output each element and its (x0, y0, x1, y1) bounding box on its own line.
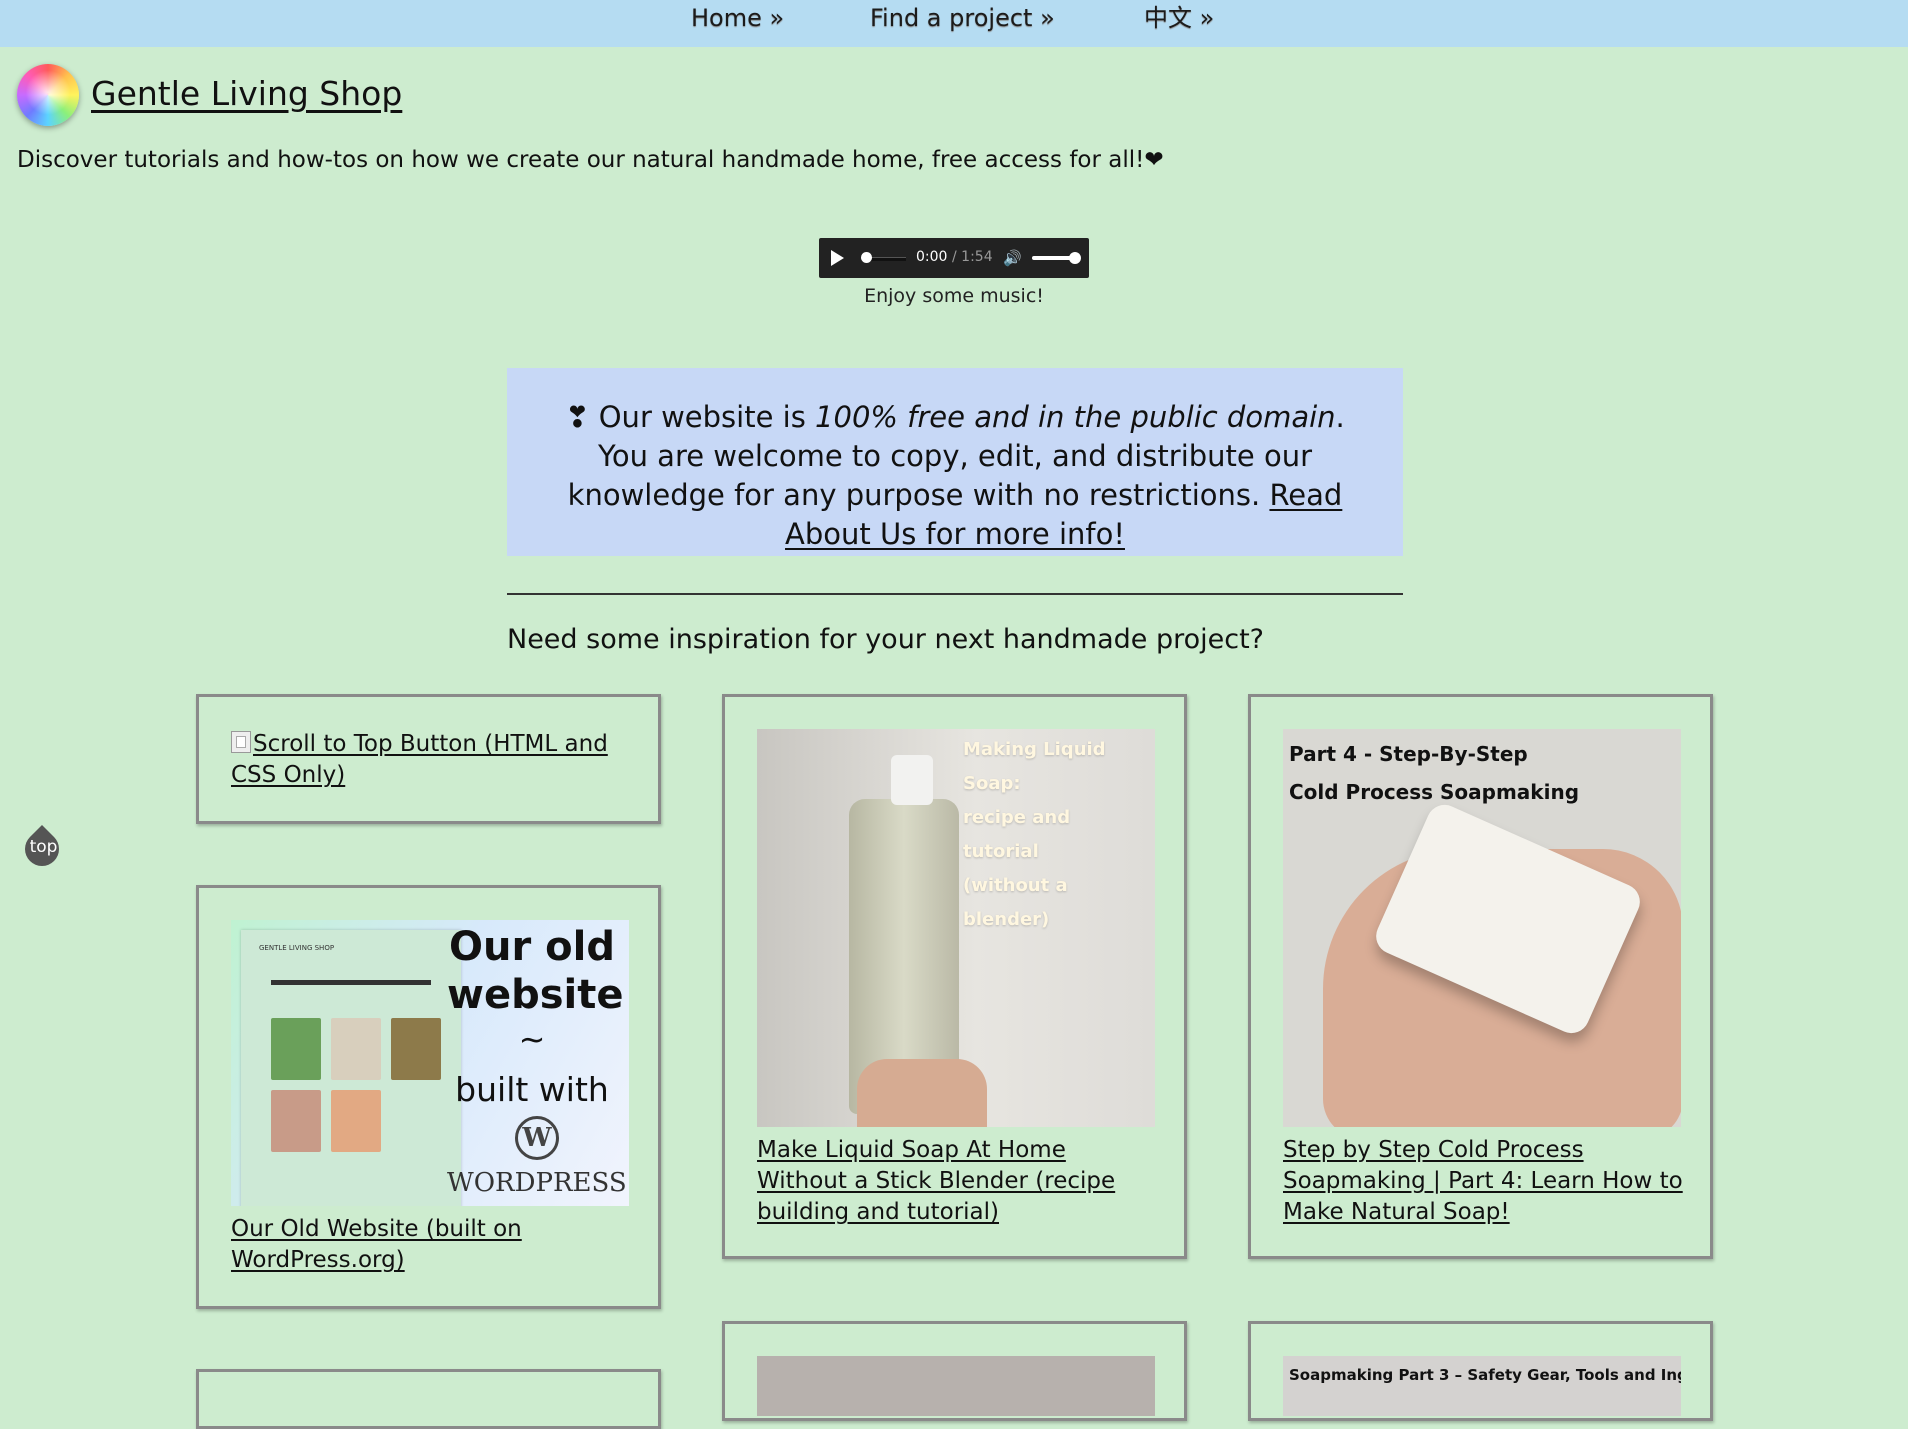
top-nav: Home » Find a project » 中文 » (0, 0, 1908, 47)
scroll-top-label: top (29, 837, 58, 857)
project-card-scroll-top: Scroll to Top Button (HTML and CSS Only) (196, 694, 661, 824)
nav-chinese-link[interactable]: 中文 » (1144, 0, 1214, 38)
mini-tile (331, 1090, 381, 1152)
overlay-line: Part 4 - Step-By-Step (1289, 742, 1528, 766)
site-tagline: Discover tutorials and how-tos on how we… (17, 147, 1164, 173)
old-website-thumbnail[interactable]: GENTLE LIVING SHOP Our old website ~ bui… (231, 920, 629, 1206)
mini-tile (271, 1018, 321, 1080)
mini-tile (391, 1018, 441, 1080)
volume-icon[interactable]: 🔊 (1003, 248, 1022, 268)
wordpress-icon: W (515, 1116, 559, 1160)
safety-thumbnail[interactable]: Soapmaking Part 3 – Safety Gear, Tools a… (1283, 1356, 1681, 1416)
audio-caption: Enjoy some music! (864, 285, 1044, 307)
project-card-old-website: GENTLE LIVING SHOP Our old website ~ bui… (196, 885, 661, 1309)
partial-thumbnail[interactable] (757, 1356, 1155, 1416)
old-website-line: website (447, 972, 624, 1018)
project-card-cold-process: Part 4 - Step-By-Step Cold Process Soapm… (1248, 694, 1713, 1259)
broken-image-icon (231, 731, 251, 753)
overlay-line: Cold Process Soapmaking (1289, 780, 1580, 804)
volume-handle[interactable] (1069, 252, 1081, 264)
cold-process-thumbnail[interactable]: Part 4 - Step-By-Step Cold Process Soapm… (1283, 729, 1681, 1127)
nav-home-link[interactable]: Home » (691, 0, 784, 38)
notice-lead: ❣ Our website is (565, 400, 816, 434)
notice-text: ❣ Our website is 100% free and in the pu… (547, 398, 1363, 554)
old-website-line: built with (455, 1070, 609, 1109)
safety-overlay: Soapmaking Part 3 – Safety Gear, Tools a… (1289, 1366, 1681, 1384)
notice-emphasis: 100% free and in the public domain (815, 400, 1336, 434)
nav-find-project-link[interactable]: Find a project » (870, 0, 1055, 38)
old-website-screenshot: GENTLE LIVING SHOP (241, 930, 461, 1206)
old-website-line: WORDPRESS (447, 1168, 627, 1198)
project-link-cold-process[interactable]: Step by Step Cold Process Soapmaking | P… (1283, 1135, 1683, 1228)
site-title-link[interactable]: Gentle Living Shop (91, 74, 402, 113)
section-heading: Need some inspiration for your next hand… (507, 624, 1265, 655)
project-link-scroll-top[interactable]: Scroll to Top Button (HTML and CSS Only) (231, 729, 631, 791)
old-website-line: Our old (449, 924, 615, 970)
project-card-safety: Soapmaking Part 3 – Safety Gear, Tools a… (1248, 1321, 1713, 1421)
bottle-cap-shape (891, 755, 933, 805)
project-card-liquid-soap: Making Liquid Soap: recipe and tutorial … (722, 694, 1187, 1259)
old-website-line: ~ (518, 1020, 546, 1058)
project-title[interactable]: Scroll to Top Button (HTML and CSS Only) (231, 731, 608, 788)
duration-time: / 1:54 (952, 249, 993, 265)
site-logo[interactable] (17, 64, 79, 126)
mini-site-title: GENTLE LIVING SHOP (259, 944, 335, 952)
seek-handle[interactable] (861, 252, 872, 263)
hand-shape (857, 1059, 987, 1127)
project-card-partial-middle (722, 1321, 1187, 1421)
audio-player: 0:00 / 1:54 🔊 (819, 238, 1089, 278)
liquid-soap-thumbnail[interactable]: Making Liquid Soap: recipe and tutorial … (757, 729, 1155, 1127)
play-icon[interactable] (831, 250, 844, 266)
scroll-top-button[interactable]: top (17, 824, 67, 874)
project-card-partial-left (196, 1369, 661, 1429)
mini-player-bar (271, 980, 431, 985)
cold-process-overlay: Part 4 - Step-By-Step Cold Process Soapm… (1289, 735, 1579, 811)
mini-tile (271, 1090, 321, 1152)
mini-tile (331, 1018, 381, 1080)
overlay-line: Making Liquid Soap: (963, 739, 1106, 794)
project-link-old-website[interactable]: Our Old Website (built on WordPress.org) (231, 1214, 631, 1276)
section-divider (507, 593, 1403, 595)
current-time: 0:00 (916, 249, 948, 265)
overlay-line: (without a blender) (963, 875, 1068, 930)
public-domain-notice: ❣ Our website is 100% free and in the pu… (507, 368, 1403, 556)
overlay-line: recipe and tutorial (963, 807, 1071, 862)
liquid-soap-overlay: Making Liquid Soap: recipe and tutorial … (963, 733, 1143, 937)
project-link-liquid-soap[interactable]: Make Liquid Soap At Home Without a Stick… (757, 1135, 1157, 1228)
